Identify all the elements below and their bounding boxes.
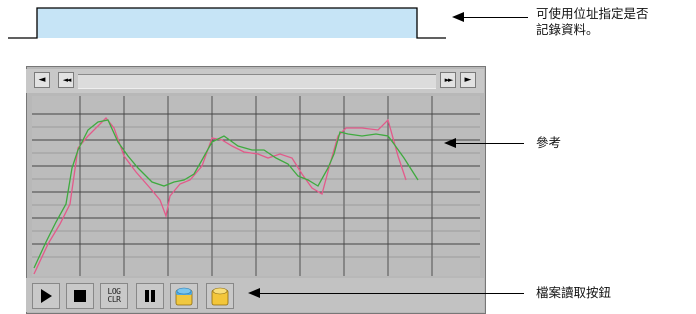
- scroll-right-button[interactable]: ►: [460, 72, 476, 88]
- stop-button[interactable]: [66, 283, 94, 309]
- open-file-button-2[interactable]: [206, 283, 234, 309]
- waveform-grid-and-traces: [32, 96, 480, 276]
- address-range-caption: 可使用位址指定是否 記錄資料。: [536, 6, 649, 37]
- address-range-fill: [37, 8, 417, 38]
- file-read-buttons-caption: 檔案讀取按鈕: [536, 285, 612, 300]
- reference-caption: 參考: [536, 135, 562, 150]
- arrow-line: [258, 293, 524, 294]
- log-clear-label: LOG CLR: [107, 287, 121, 304]
- play-button[interactable]: [32, 283, 60, 309]
- scroll-left-button[interactable]: ◄: [34, 72, 50, 88]
- file-open-icon: [175, 287, 193, 306]
- trace-pink: [33, 117, 407, 275]
- pause-icon: [145, 290, 155, 302]
- play-icon: [41, 289, 52, 303]
- grid-lines: [32, 96, 480, 276]
- log-clear-button[interactable]: LOG CLR: [100, 283, 128, 309]
- scroll-track[interactable]: [78, 74, 436, 89]
- pause-button[interactable]: [136, 283, 164, 309]
- file-open-icon: [211, 287, 229, 306]
- arrow-line: [454, 143, 524, 144]
- scroll-fast-forward-button[interactable]: ►►: [440, 72, 456, 88]
- scroll-rewind-button[interactable]: ◄◄: [58, 72, 74, 88]
- open-file-button-1[interactable]: [170, 283, 198, 309]
- arrow-line: [462, 17, 528, 18]
- stop-icon: [74, 290, 86, 302]
